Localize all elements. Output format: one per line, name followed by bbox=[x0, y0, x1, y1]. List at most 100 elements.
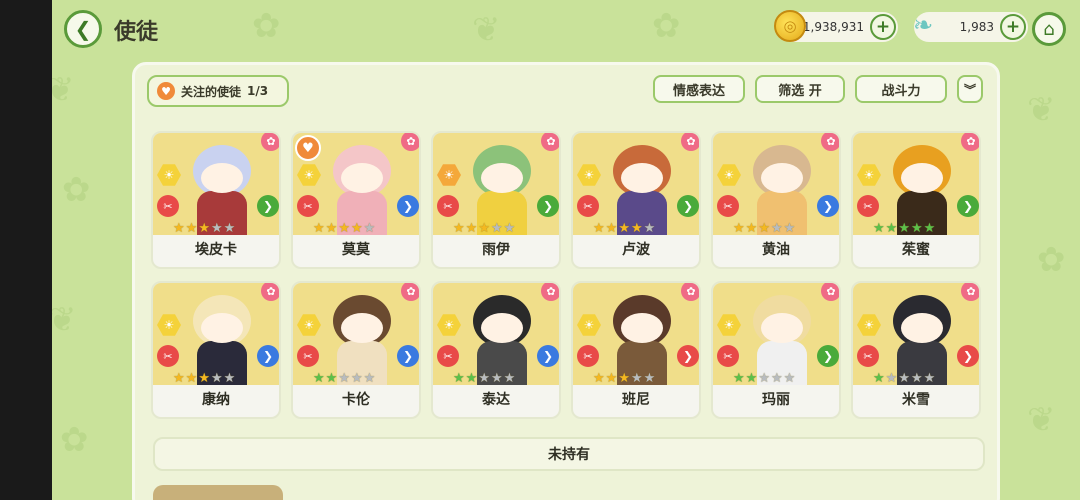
star-filled-icon: ★ bbox=[453, 371, 465, 385]
apostle-card[interactable]: ☀ ✂ ❯ ✿ ★ ★ ★ ★ ★ 班尼 bbox=[571, 281, 701, 419]
apostle-portrait: ☀ ✂ ❯ ✿ ★ ★ ★ ★ ★ bbox=[713, 283, 839, 385]
leaf-deco-icon: ❦ bbox=[52, 300, 77, 340]
star-empty-icon: ★ bbox=[223, 371, 236, 385]
crystal-leaf-icon: ❧ bbox=[912, 11, 934, 39]
star-filled-icon: ★ bbox=[198, 371, 210, 385]
element-icon: ☀ bbox=[717, 164, 741, 186]
star-filled-icon: ★ bbox=[453, 221, 465, 235]
class-arrow-icon: ❯ bbox=[257, 195, 279, 217]
apostle-name: 埃皮卡 bbox=[195, 242, 237, 258]
element-icon: ☀ bbox=[717, 314, 741, 336]
star-filled-icon: ★ bbox=[873, 221, 885, 235]
apostle-portrait: ☀ ✂ ❯ ✿ ★ ★ ★ ★ ★ bbox=[153, 283, 279, 385]
element-icon: ☀ bbox=[157, 314, 181, 336]
portrait-face bbox=[761, 313, 803, 343]
star-filled-icon: ★ bbox=[758, 221, 770, 235]
star-empty-icon: ★ bbox=[338, 371, 350, 385]
portrait-face bbox=[481, 163, 523, 193]
apostle-card[interactable]: ☀ ✂ ❯ ✿ ★ ★ ★ ★ ★ 埃皮卡 bbox=[151, 131, 281, 269]
star-filled-icon: ★ bbox=[313, 221, 325, 235]
element-icon: ☀ bbox=[857, 164, 881, 186]
gem-amount: 1,983 bbox=[959, 20, 994, 34]
apostle-card[interactable]: ☀ ✂ ❯ ✿ ★ ★ ★ ★ ★ 玛丽 bbox=[711, 281, 841, 419]
star-filled-icon: ★ bbox=[173, 371, 185, 385]
apostle-portrait: ☀ ✂ ❯ ✿ ★ ★ ★ ★ ★ bbox=[573, 133, 699, 235]
apostle-card[interactable]: ☀ ✂ ❯ ✿ ♥ ★ ★ ★ ★ ★ 莫莫 bbox=[291, 131, 421, 269]
apostle-name: 泰达 bbox=[482, 392, 510, 408]
star-filled-icon: ★ bbox=[873, 371, 885, 385]
star-empty-icon: ★ bbox=[363, 221, 376, 235]
class-arrow-icon: ❯ bbox=[957, 345, 979, 367]
portrait-face bbox=[201, 163, 243, 193]
class-arrow-icon: ❯ bbox=[537, 195, 559, 217]
leaf-deco-icon: ❦ bbox=[472, 10, 501, 50]
leaf-deco-icon: ✿ bbox=[252, 6, 281, 46]
star-filled-icon: ★ bbox=[745, 371, 758, 385]
apostle-card[interactable]: ☀ ✂ ❯ ✿ ★ ★ ★ ★ ★ 泰达 bbox=[431, 281, 561, 419]
star-filled-icon: ★ bbox=[478, 221, 490, 235]
role-icon: ✂ bbox=[297, 195, 319, 217]
favorites-filter[interactable]: ♥ 关注的使徒 1/3 bbox=[147, 75, 289, 107]
star-rating: ★ ★ ★ ★ ★ bbox=[313, 221, 375, 235]
apostle-card[interactable]: ☀ ✂ ❯ ✿ ★ ★ ★ ★ ★ 黄油 bbox=[711, 131, 841, 269]
star-filled-icon: ★ bbox=[910, 221, 923, 235]
star-filled-icon: ★ bbox=[898, 221, 910, 235]
apostle-card[interactable]: ☀ ✂ ❯ ✿ ★ ★ ★ ★ ★ 卢波 bbox=[571, 131, 701, 269]
star-filled-icon: ★ bbox=[325, 371, 338, 385]
gold-amount: 1,938,931 bbox=[802, 20, 864, 34]
flower-icon: ✿ bbox=[541, 283, 559, 301]
add-gold-button[interactable]: + bbox=[870, 14, 896, 40]
star-filled-icon: ★ bbox=[630, 221, 643, 235]
apostle-card[interactable]: ☀ ✂ ❯ ✿ ★ ★ ★ ★ ★ 雨伊 bbox=[431, 131, 561, 269]
star-rating: ★ ★ ★ ★ ★ bbox=[453, 221, 515, 235]
page-title: 使徒 bbox=[114, 20, 159, 45]
back-button[interactable]: ❮ bbox=[64, 10, 102, 48]
gold-counter: ◎ 1,938,931 + bbox=[774, 10, 898, 42]
unowned-section-header[interactable]: 未持有 bbox=[153, 437, 985, 471]
flower-icon: ✿ bbox=[401, 283, 419, 301]
chevron-left-icon: ❮ bbox=[74, 17, 92, 41]
star-filled-icon: ★ bbox=[745, 221, 758, 235]
apostle-name: 卢波 bbox=[622, 242, 650, 258]
flower-icon: ✿ bbox=[541, 133, 559, 151]
star-filled-icon: ★ bbox=[313, 371, 325, 385]
leaf-deco-icon: ❦ bbox=[52, 70, 75, 110]
element-icon: ☀ bbox=[297, 314, 321, 336]
star-rating: ★ ★ ★ ★ ★ bbox=[873, 371, 935, 385]
apostle-card[interactable]: ☀ ✂ ❯ ✿ ★ ★ ★ ★ ★ 茱蜜 bbox=[851, 131, 981, 269]
coin-icon: ◎ bbox=[774, 10, 806, 42]
favorite-heart-icon: ♥ bbox=[295, 135, 321, 161]
add-gems-button[interactable]: + bbox=[1000, 14, 1026, 40]
class-arrow-icon: ❯ bbox=[817, 345, 839, 367]
portrait-face bbox=[901, 313, 943, 343]
apostle-name: 莫莫 bbox=[342, 242, 370, 258]
portrait-face bbox=[761, 163, 803, 193]
apostle-name: 雨伊 bbox=[482, 242, 510, 258]
leaf-deco-icon: ✿ bbox=[652, 6, 681, 46]
class-arrow-icon: ❯ bbox=[397, 345, 419, 367]
star-rating: ★ ★ ★ ★ ★ bbox=[173, 371, 235, 385]
leaf-deco-icon: ❦ bbox=[1027, 400, 1056, 440]
apostle-card[interactable]: ☀ ✂ ❯ ✿ ★ ★ ★ ★ ★ 卡伦 bbox=[291, 281, 421, 419]
apostle-name: 茱蜜 bbox=[902, 242, 930, 258]
element-icon: ☀ bbox=[857, 314, 881, 336]
double-chevron-down-icon[interactable]: ︾ bbox=[957, 75, 983, 103]
apostle-card[interactable]: ☀ ✂ ❯ ✿ ★ ★ ★ ★ ★ 康纳 bbox=[151, 281, 281, 419]
portrait-face bbox=[901, 163, 943, 193]
emote-button[interactable]: 情感表达 bbox=[653, 75, 745, 103]
apostle-portrait: ☀ ✂ ❯ ✿ ★ ★ ★ ★ ★ bbox=[433, 283, 559, 385]
sort-button[interactable]: 战斗力 bbox=[855, 75, 947, 103]
role-icon: ✂ bbox=[437, 195, 459, 217]
home-button[interactable]: ⌂ bbox=[1032, 12, 1066, 46]
apostle-card[interactable]: ☀ ✂ ❯ ✿ ★ ★ ★ ★ ★ 米雪 bbox=[851, 281, 981, 419]
star-empty-icon: ★ bbox=[630, 371, 643, 385]
role-icon: ✂ bbox=[857, 195, 879, 217]
apostle-portrait: ☀ ✂ ❯ ✿ ★ ★ ★ ★ ★ bbox=[573, 283, 699, 385]
leaf-deco-icon: ✿ bbox=[62, 170, 91, 210]
star-empty-icon: ★ bbox=[363, 371, 376, 385]
apostle-card-partial[interactable] bbox=[153, 485, 283, 500]
star-filled-icon: ★ bbox=[618, 221, 630, 235]
filter-button[interactable]: 筛选 开 bbox=[755, 75, 845, 103]
star-filled-icon: ★ bbox=[350, 221, 363, 235]
flower-icon: ✿ bbox=[261, 283, 279, 301]
